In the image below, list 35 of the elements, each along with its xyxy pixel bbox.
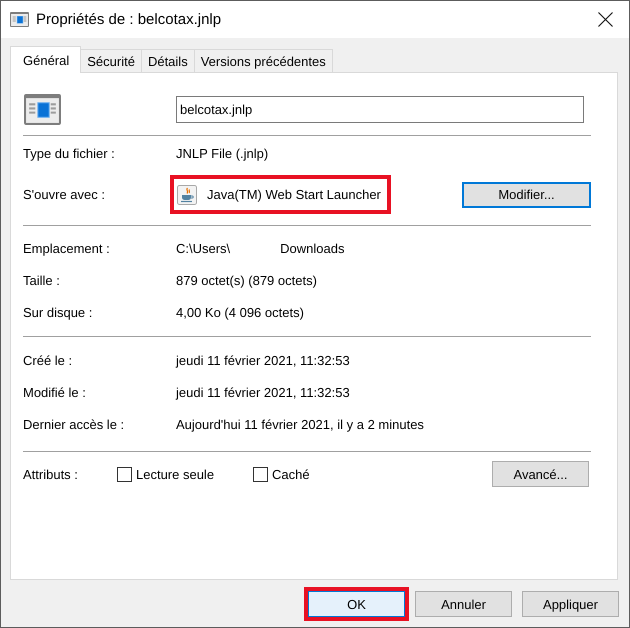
field-value: jeudi 11 février 2021, 11:32:53 <box>176 384 350 400</box>
app-name: Java(TM) Web Start Launcher <box>207 187 381 202</box>
window-icon <box>10 12 29 27</box>
field-label: Emplacement : <box>23 240 111 256</box>
checkbox[interactable] <box>253 466 268 482</box>
ok-button[interactable]: OK <box>308 591 405 617</box>
field-value: 879 octet(s) (879 octets) <box>176 272 317 288</box>
tab[interactable]: Versions précédentes <box>194 49 333 72</box>
apply-button[interactable]: Appliquer <box>522 591 619 617</box>
close-icon[interactable] <box>598 12 613 27</box>
field-label: Sur disque : <box>23 304 94 320</box>
checkbox[interactable] <box>117 466 132 482</box>
field-value: Downloads <box>280 240 344 256</box>
coffee-cup-icon <box>177 184 197 204</box>
field-value: 4,00 Ko (4 096 octets) <box>176 304 304 320</box>
field-label: S'ouvre avec : <box>23 187 106 202</box>
field-value: JNLP File (.jnlp) <box>176 146 268 160</box>
field-label: Taille : <box>23 272 61 288</box>
modify-button[interactable]: Modifier... <box>462 182 591 208</box>
field-label: Dernier accès le : <box>23 416 126 432</box>
file-name-field[interactable]: belcotax.jnlp <box>176 96 584 122</box>
field-value: C:\Users\ <box>176 240 230 256</box>
advanced-button[interactable]: Avancé... <box>492 461 589 487</box>
cancel-button[interactable]: Annuler <box>415 591 512 617</box>
window-title: Propriétés de : belcotax.jnlp <box>36 11 222 28</box>
field-label: Attributs : <box>23 466 79 482</box>
field-label: Type du fichier : <box>23 146 116 160</box>
field-value: jeudi 11 février 2021, 11:32:53 <box>176 352 350 368</box>
window-icon <box>24 94 61 124</box>
checkbox-label[interactable]: Lecture seule <box>136 466 214 482</box>
field-value: Aujourd'hui 11 février 2021, il y a 2 minutes <box>176 416 424 432</box>
field-label: Créé le : <box>23 352 74 368</box>
tab[interactable]: Général <box>10 46 82 73</box>
checkbox-label[interactable]: Caché <box>272 466 310 482</box>
field-label: Modifié le : <box>23 384 87 400</box>
